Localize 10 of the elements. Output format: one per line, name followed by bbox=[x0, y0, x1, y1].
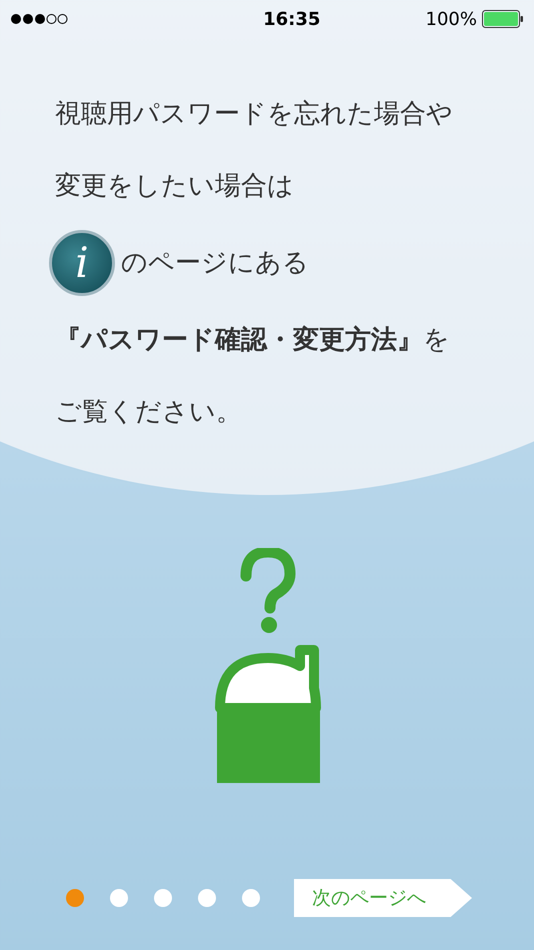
message-line: 視聴用パスワードを忘れた場合や bbox=[55, 98, 454, 131]
signal-icon bbox=[10, 13, 68, 25]
message-line: 『パスワード確認・変更方法』を bbox=[55, 324, 451, 357]
message-line: 変更をしたい場合は bbox=[55, 170, 295, 203]
status-time: 16:35 bbox=[263, 8, 320, 32]
message-line: ご覧ください。 bbox=[55, 396, 243, 429]
message-line: のページにある bbox=[121, 247, 309, 280]
battery-percent: 100% bbox=[426, 8, 477, 32]
battery-icon bbox=[482, 10, 524, 28]
next-page-button[interactable]: 次のページへ bbox=[294, 879, 472, 917]
